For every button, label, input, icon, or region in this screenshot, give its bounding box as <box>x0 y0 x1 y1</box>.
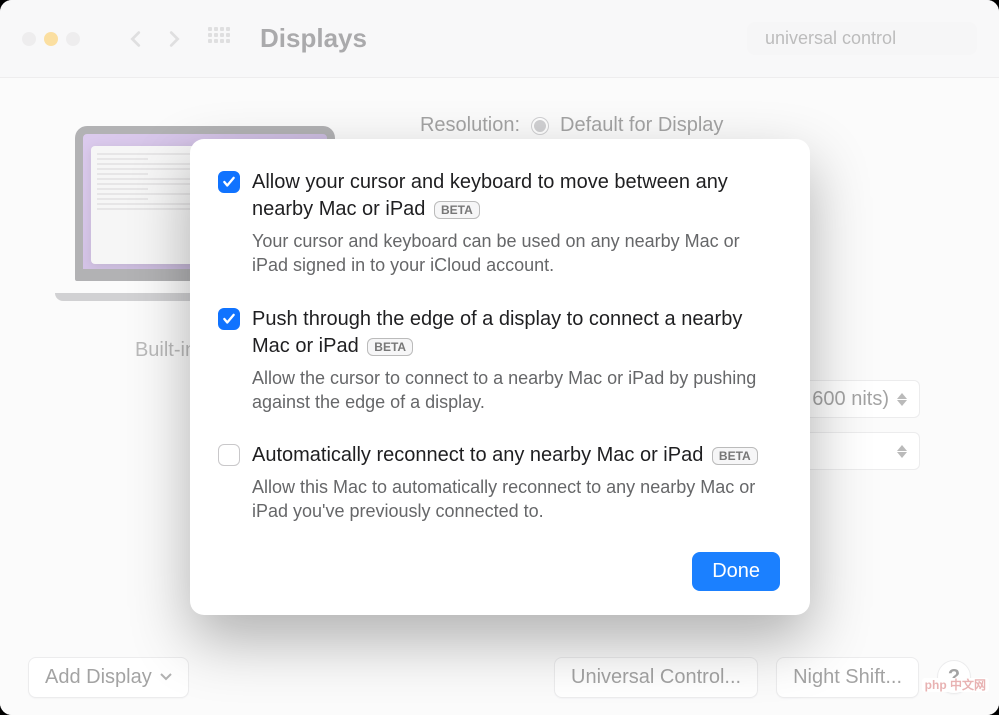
universal-control-dialog: Allow your cursor and keyboard to move b… <box>190 139 810 615</box>
beta-badge: BETA <box>434 201 480 219</box>
check-icon <box>222 312 236 326</box>
option-allow-cursor: Allow your cursor and keyboard to move b… <box>218 169 780 278</box>
option-auto-reconnect: Automatically reconnect to any nearby Ma… <box>218 442 780 524</box>
option-title: Allow your cursor and keyboard to move b… <box>252 169 780 223</box>
check-icon <box>222 175 236 189</box>
option-title: Push through the edge of a display to co… <box>252 306 780 360</box>
checkbox-auto-reconnect[interactable] <box>218 444 240 466</box>
beta-badge: BETA <box>712 447 758 465</box>
beta-badge: BETA <box>367 338 413 356</box>
option-description: Allow the cursor to connect to a nearby … <box>252 366 780 415</box>
checkbox-push-through[interactable] <box>218 308 240 330</box>
option-description: Your cursor and keyboard can be used on … <box>252 229 780 278</box>
checkbox-allow-cursor[interactable] <box>218 171 240 193</box>
option-push-through: Push through the edge of a display to co… <box>218 306 780 415</box>
option-description: Allow this Mac to automatically reconnec… <box>252 475 780 524</box>
system-preferences-window: Displays Si Built-in Liq <box>0 0 999 715</box>
option-title: Automatically reconnect to any nearby Ma… <box>252 442 780 469</box>
done-button[interactable]: Done <box>692 552 780 591</box>
